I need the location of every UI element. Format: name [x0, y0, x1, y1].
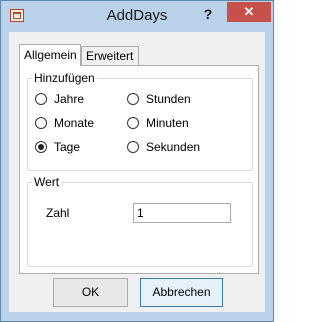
tab-panel-allgemein: Hinzufügen Jahre Monate Tage Stunden Min…	[19, 65, 259, 274]
radio-jahre-label: Jahre	[54, 92, 85, 106]
radio-monate-label: Monate	[54, 116, 95, 130]
zahl-label: Zahl	[46, 206, 70, 220]
close-button[interactable]: ✕	[227, 2, 271, 22]
dialog-client-area: Allgemein Erweitert Hinzufügen Jahre Mon…	[9, 32, 265, 312]
radio-sekunden-label: Sekunden	[146, 140, 201, 154]
radio-tage-label: Tage	[54, 140, 81, 154]
radio-monate-circle	[35, 117, 47, 129]
title-bar: AddDays ? ✕	[1, 1, 273, 32]
radio-stunden-circle	[127, 93, 139, 105]
help-button[interactable]: ?	[198, 5, 218, 23]
radio-selected-dot	[38, 144, 44, 150]
radio-stunden-label: Stunden	[146, 92, 191, 106]
zahl-input[interactable]: 1	[133, 203, 231, 223]
cancel-button[interactable]: Abbrechen	[140, 278, 223, 307]
radio-sekunden-circle	[127, 141, 139, 153]
radio-tage-circle	[35, 141, 47, 153]
radio-minuten-circle	[127, 117, 139, 129]
tab-erweitert[interactable]: Erweitert	[81, 46, 139, 65]
ok-button[interactable]: OK	[53, 278, 128, 307]
radio-minuten-label: Minuten	[146, 116, 189, 130]
tab-allgemein[interactable]: Allgemein	[19, 44, 81, 66]
radio-jahre-circle	[35, 93, 47, 105]
group-hinzufuegen-legend: Hinzufügen	[34, 71, 95, 85]
group-wert-legend: Wert	[34, 175, 60, 189]
close-icon: ✕	[243, 4, 255, 19]
adddays-dialog: AddDays ? ✕ Allgemein Erweitert Hinzufüg…	[0, 0, 274, 322]
